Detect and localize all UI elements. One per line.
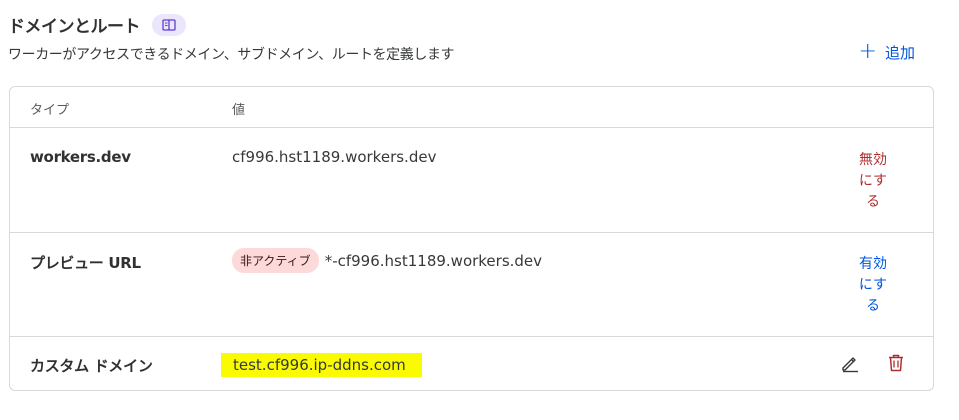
table-row: プレビュー URL 非アクティブ *-cf996.hst1189.workers… bbox=[10, 232, 933, 336]
status-badge: 非アクティブ bbox=[232, 248, 319, 273]
row-value-container: 非アクティブ *-cf996.hst1189.workers.dev bbox=[232, 248, 542, 273]
domains-table: タイプ 値 workers.dev cf996.hst1189.workers.… bbox=[9, 86, 934, 391]
column-header-type: タイプ bbox=[30, 103, 70, 118]
trash-icon bbox=[889, 354, 903, 372]
disable-button[interactable]: 無効にする bbox=[853, 150, 893, 213]
row-value: test.cf996.ip-ddns.com bbox=[221, 353, 422, 377]
table-header-row: タイプ 値 bbox=[10, 87, 933, 127]
add-button-label: 追加 bbox=[884, 43, 915, 62]
delete-button[interactable] bbox=[884, 351, 908, 375]
row-type: プレビュー URL bbox=[30, 254, 141, 272]
add-button[interactable]: + 追加 bbox=[859, 41, 915, 63]
row-value: *-cf996.hst1189.workers.dev bbox=[324, 251, 543, 270]
plus-icon: + bbox=[858, 39, 877, 64]
edit-button[interactable] bbox=[838, 351, 862, 375]
pencil-icon bbox=[842, 357, 858, 373]
row-value: cf996.hst1189.workers.dev bbox=[232, 148, 437, 166]
section-header: ドメインとルート bbox=[8, 12, 186, 37]
row-type: カスタム ドメイン bbox=[30, 357, 153, 375]
docs-link[interactable] bbox=[152, 13, 186, 36]
enable-button[interactable]: 有効にする bbox=[853, 254, 893, 317]
section-description: ワーカーがアクセスできるドメイン、サブドメイン、ルートを定義します bbox=[8, 47, 455, 63]
book-icon bbox=[162, 18, 176, 31]
table-row: workers.dev cf996.hst1189.workers.dev 無効… bbox=[10, 127, 933, 232]
column-header-value: 値 bbox=[232, 103, 246, 118]
row-type: workers.dev bbox=[30, 148, 131, 166]
row-value-container: test.cf996.ip-ddns.com bbox=[221, 353, 422, 377]
section-title: ドメインとルート bbox=[8, 17, 141, 37]
table-row: カスタム ドメイン test.cf996.ip-ddns.com bbox=[10, 336, 933, 391]
